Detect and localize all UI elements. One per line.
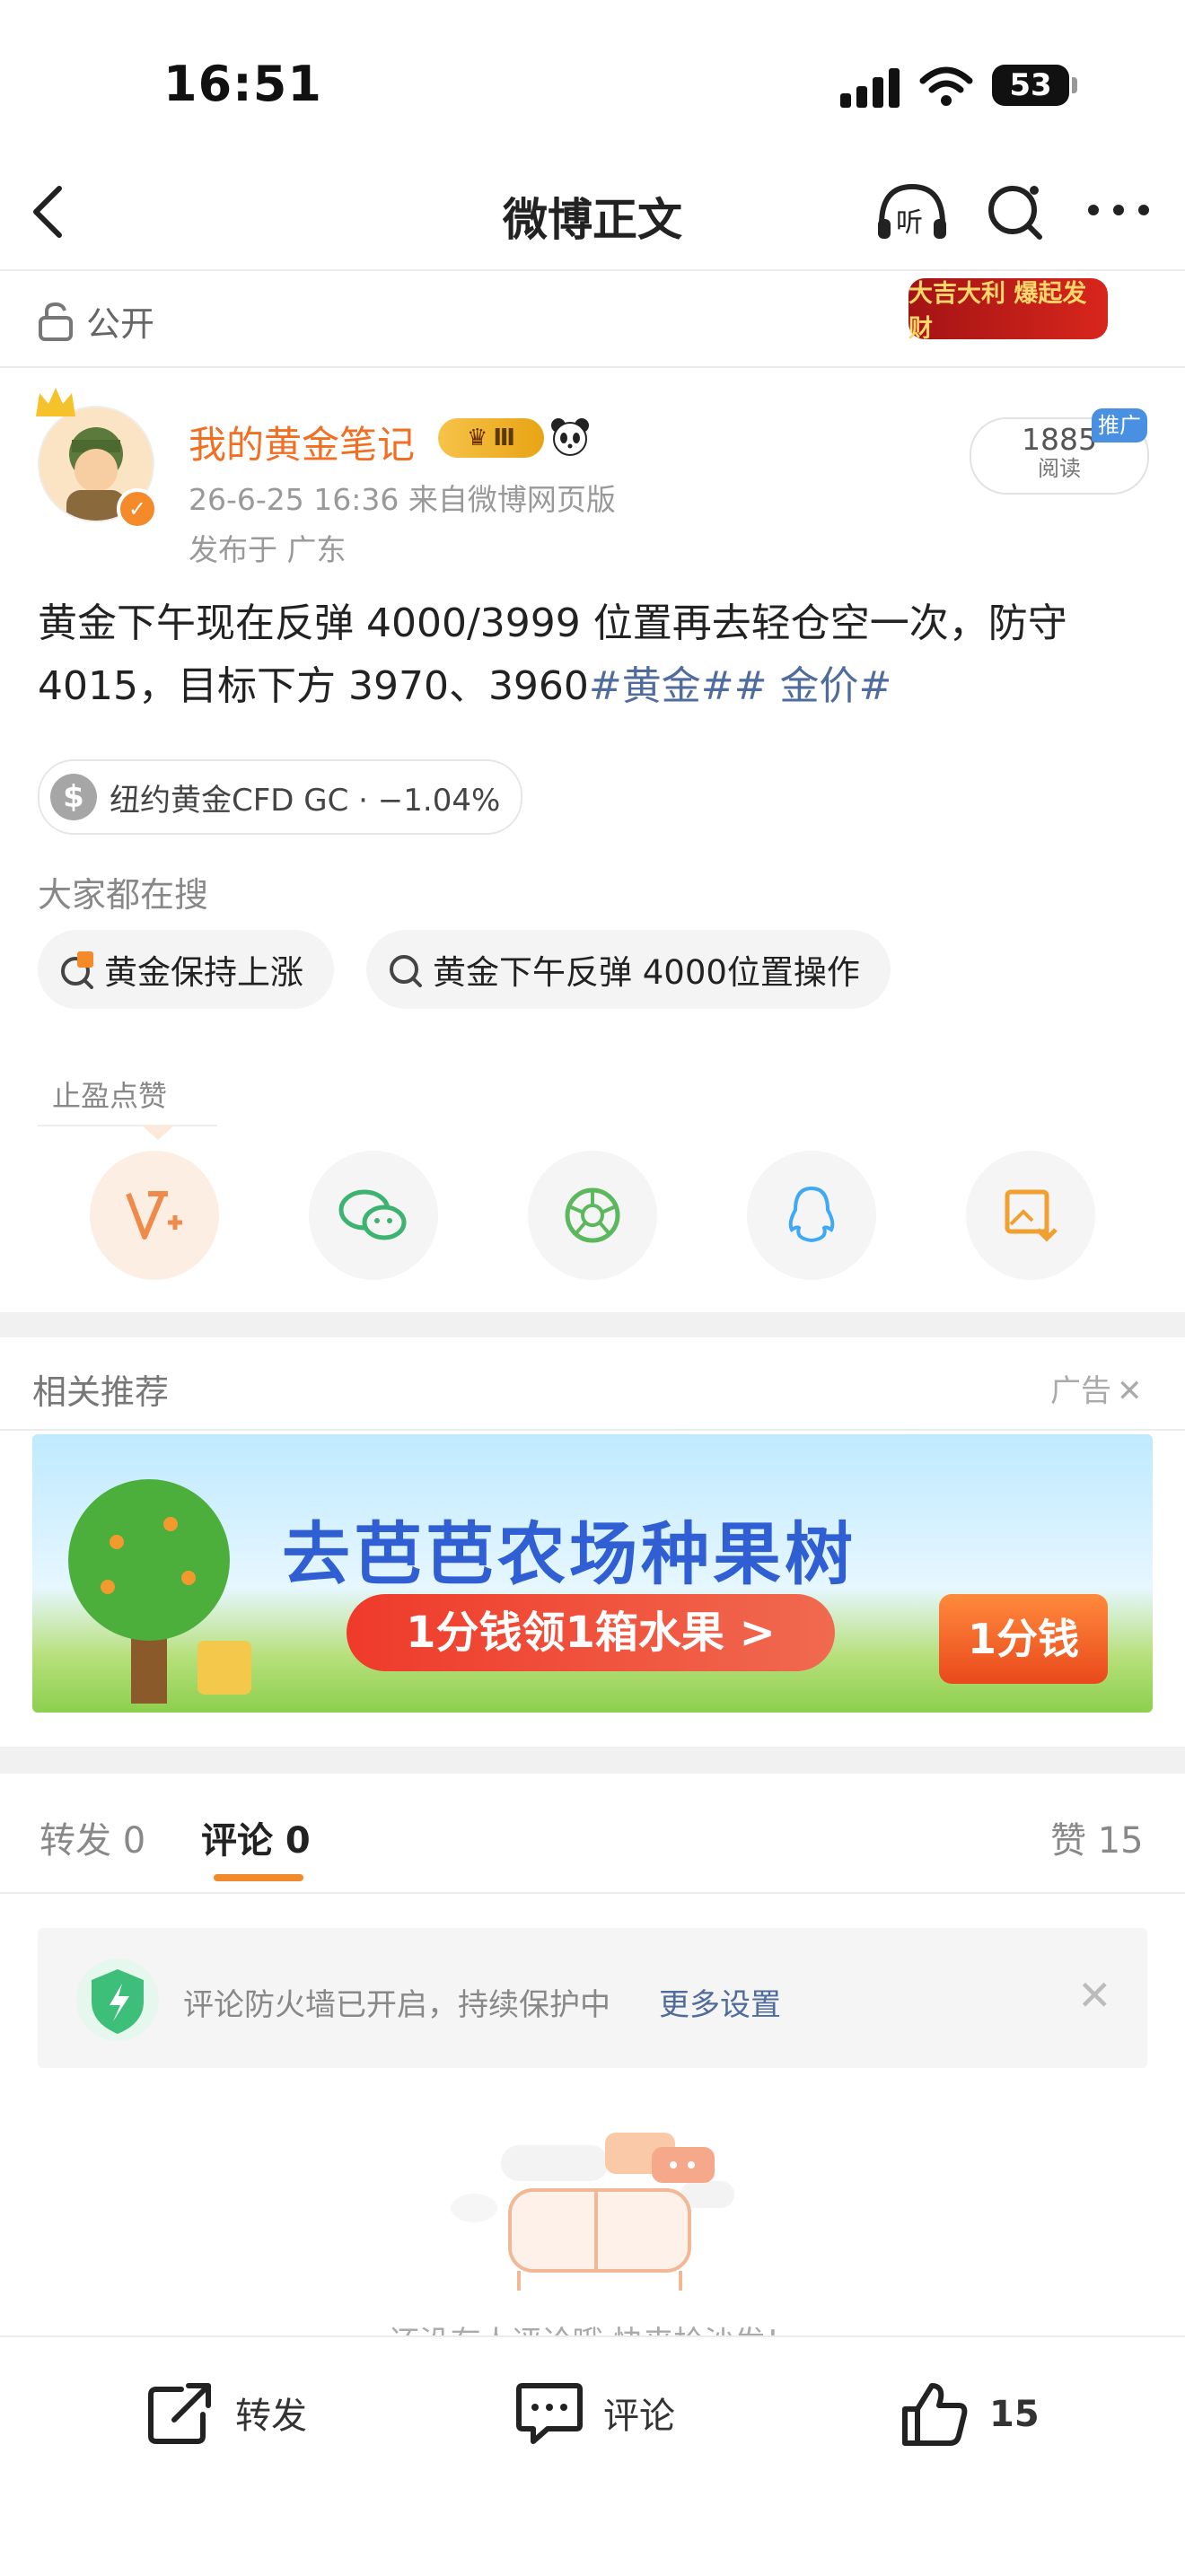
comment-icon: [516, 2383, 583, 2444]
empty-sofa-icon: [451, 2133, 734, 2291]
battery-indicator: 53: [992, 65, 1069, 106]
read-label: 阅读: [1038, 456, 1081, 481]
post-location: 发布于 广东: [189, 532, 347, 567]
promoted-tag: 推广: [1092, 408, 1147, 442]
status-time: 16:51: [163, 56, 322, 112]
tab-repost[interactable]: 转发 0: [40, 1811, 145, 1863]
dollar-icon: $: [50, 774, 97, 820]
panda-icon: [551, 418, 589, 456]
stock-chip[interactable]: $ 纽约黄金CFD GC · −1.04%: [38, 759, 522, 835]
like-v-icon: [126, 1191, 182, 1240]
ad-headline: 去芭芭农场种果树: [282, 1514, 856, 1594]
wechat-icon: [338, 1189, 407, 1240]
fruit-tree-icon: [68, 1479, 251, 1704]
post-meta: 26-6-25 16:36 来自微博网页版: [189, 482, 616, 517]
more-settings-link[interactable]: 更多设置: [659, 1980, 781, 2024]
moments-icon: [565, 1187, 620, 1243]
crown-small-icon: ♛: [467, 425, 488, 451]
search-chip[interactable]: 黄金保持上涨: [38, 930, 334, 1009]
tab-likes[interactable]: 赞 15: [1050, 1811, 1144, 1863]
ad-label[interactable]: 广告 ✕: [1050, 1366, 1143, 1410]
search-icon[interactable]: [984, 180, 1047, 242]
comment-button[interactable]: 评论: [514, 2380, 675, 2445]
tab-underline: [214, 1874, 303, 1881]
divider: [0, 1429, 1185, 1431]
recommend-title: 相关推荐: [32, 1372, 170, 1412]
divider: [0, 269, 1185, 271]
like-button[interactable]: 15: [900, 2380, 1040, 2449]
hot-search-icon: [61, 951, 93, 989]
svg-text:听: 听: [896, 207, 923, 239]
search-chip[interactable]: 黄金下午反弹 4000位置操作: [366, 930, 891, 1009]
ad-price-tag: 1分钱: [939, 1594, 1108, 1684]
divider: [0, 366, 1185, 368]
ad-cta-button[interactable]: 1分钱领1箱水果 >: [347, 1594, 835, 1671]
wechat-share-button[interactable]: [309, 1151, 438, 1280]
stock-label: 纽约黄金CFD GC · −1.04%: [110, 782, 501, 819]
search-heading: 大家都在搜: [38, 875, 209, 915]
thumbs-up-icon: [902, 2383, 968, 2446]
close-icon[interactable]: ✕: [1117, 1373, 1143, 1409]
close-icon[interactable]: ✕: [1077, 1975, 1112, 2016]
festive-banner-tag[interactable]: 大吉大利 爆起发财: [908, 278, 1108, 343]
post-text: 黄金下午现在反弹 4000/3999 位置再去轻仓空一次，防守 4015，目标下…: [38, 600, 1067, 709]
caption-caret: [142, 1126, 174, 1140]
visibility-label: 公开: [38, 296, 154, 346]
save-image-icon: [1005, 1189, 1058, 1242]
listen-icon[interactable]: 听: [874, 180, 950, 244]
unlock-icon: [39, 302, 73, 341]
section-gap: [0, 1747, 1185, 1774]
repost-icon: [148, 2383, 211, 2444]
verified-badge: ✓: [117, 488, 158, 530]
ad-banner[interactable]: 去芭芭农场种果树 1分钱领1箱水果 > 1分钱: [32, 1434, 1153, 1713]
divider: [0, 1892, 1185, 1894]
author-name[interactable]: 我的黄金笔记: [189, 415, 415, 469]
wifi-icon: [919, 66, 973, 106]
crown-icon: [36, 388, 75, 416]
like-caption: 止盈点赞: [52, 1079, 168, 1113]
signal-icon: [840, 68, 900, 108]
search-icon: [390, 955, 422, 987]
like-share-button[interactable]: [90, 1151, 219, 1280]
more-icon[interactable]: [1086, 203, 1151, 217]
qq-icon: [788, 1186, 835, 1243]
caption-underline: [38, 1125, 217, 1126]
qq-share-button[interactable]: [747, 1151, 876, 1280]
tab-comment[interactable]: 评论 0: [201, 1811, 311, 1863]
bottom-action-bar: [0, 2335, 1185, 2576]
moments-share-button[interactable]: [528, 1151, 657, 1280]
hashtag-link[interactable]: #黄金## 金价#: [589, 663, 891, 709]
save-image-button[interactable]: [966, 1151, 1095, 1280]
shield-icon: [76, 1958, 159, 2041]
level-badge: ♛ Ⅲ: [438, 418, 544, 458]
firewall-text: 评论防火墙已开启，持续保护中: [183, 1987, 610, 2023]
section-gap: [0, 1312, 1185, 1337]
repost-button[interactable]: 转发: [145, 2380, 307, 2445]
post-body: 黄金下午现在反弹 4000/3999 位置再去轻仓空一次，防守 4015，目标下…: [38, 592, 1151, 718]
battery-tip: [1072, 77, 1077, 93]
